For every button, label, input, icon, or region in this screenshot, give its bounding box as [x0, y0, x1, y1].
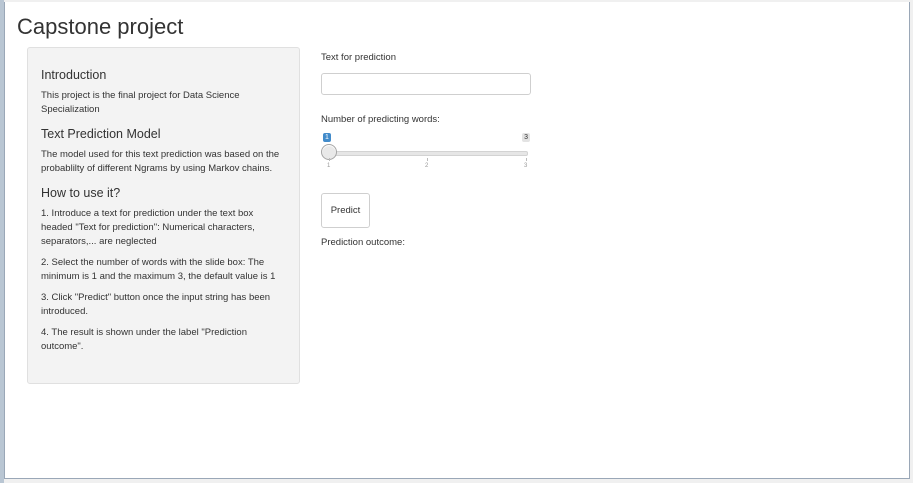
predict-button[interactable]: Predict	[321, 193, 370, 228]
sidebar-panel: Introduction This project is the final p…	[27, 47, 300, 384]
slider-label: Number of predicting words:	[321, 114, 440, 125]
section-heading-introduction: Introduction	[41, 68, 107, 82]
slider-tick	[526, 158, 527, 161]
page-title: Capstone project	[17, 14, 184, 39]
app-window: Capstone project Introduction This proje…	[4, 2, 910, 479]
model-text: The model used for this text prediction …	[41, 149, 280, 174]
howto-step-3: 3. Click "Predict" button once the input…	[41, 292, 271, 317]
slider-max-badge: 3	[522, 133, 530, 142]
prediction-text-input[interactable]	[321, 73, 531, 95]
words-slider[interactable]: 1 3 1 2 3	[321, 133, 531, 175]
slider-track[interactable]	[328, 151, 528, 156]
prediction-outcome-label: Prediction outcome:	[321, 237, 405, 248]
text-input-label: Text for prediction	[321, 52, 396, 63]
howto-step-4: 4. The result is shown under the label "…	[41, 327, 247, 352]
slider-min-badge: 1	[323, 133, 331, 142]
section-heading-howto: How to use it?	[41, 186, 121, 200]
slider-tick	[427, 158, 428, 161]
section-heading-model: Text Prediction Model	[41, 127, 161, 141]
introduction-text: This project is the final project for Da…	[41, 90, 240, 115]
main-panel: Text for prediction Number of predicting…	[321, 52, 551, 248]
slider-tick-label: 3	[524, 163, 528, 169]
slider-tick-label: 1	[327, 163, 331, 169]
slider-tick	[329, 158, 330, 161]
howto-step-1: 1. Introduce a text for prediction under…	[41, 208, 255, 247]
howto-step-2: 2. Select the number of words with the s…	[41, 257, 276, 282]
slider-tick-label: 2	[425, 163, 429, 169]
